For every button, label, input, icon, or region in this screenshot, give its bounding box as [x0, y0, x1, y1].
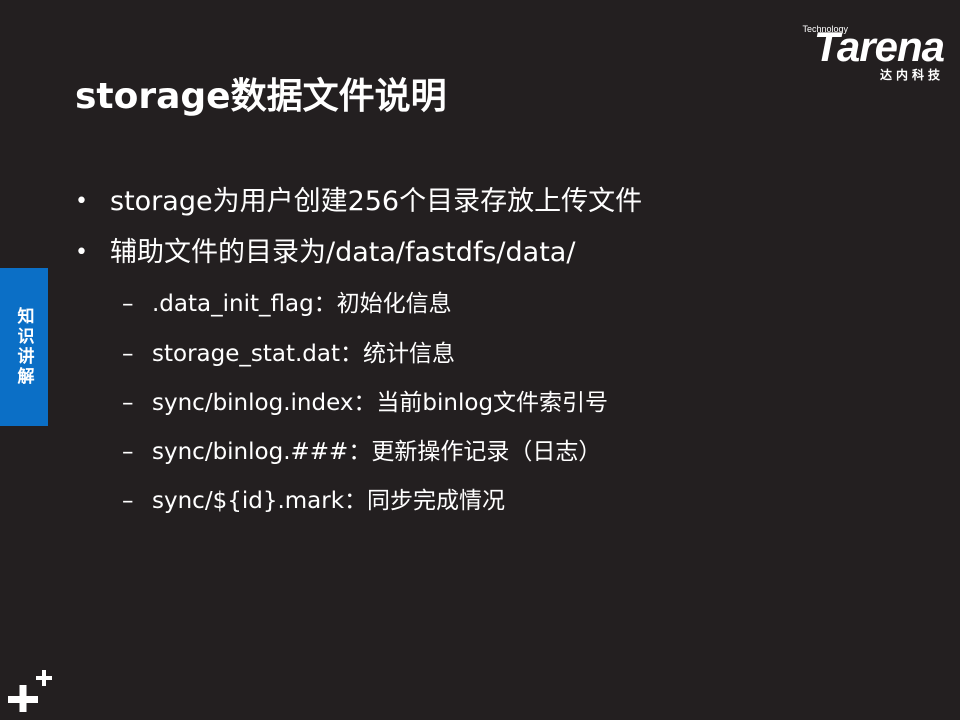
tarena-logo: Technology Tarena 达内科技 — [774, 22, 945, 86]
sub-marker: – — [122, 488, 134, 514]
bullet-text: 辅助文件的目录为/data/fastdfs/data/ — [110, 237, 576, 268]
bullet-item: • 辅助文件的目录为/data/fastdfs/data/ — [75, 233, 575, 273]
bullet-marker: • — [75, 189, 88, 214]
bullet-text: storage为用户创建256个目录存放上传文件 — [110, 186, 643, 217]
sub-item-text: .data_init_flag：初始化信息 — [152, 291, 452, 317]
slide-title: storage数据文件说明 — [75, 76, 447, 117]
sub-item-text: sync/binlog.###：更新操作记录（日志） — [152, 439, 602, 465]
sub-item: – sync/binlog.###：更新操作记录（日志） — [122, 435, 601, 469]
slide: Technology Tarena 达内科技 storage数据文件说明 知识讲… — [0, 0, 960, 720]
logo-wordmark: Tarena — [813, 23, 945, 70]
sub-marker: – — [122, 439, 134, 465]
sub-item-text: sync/binlog.index：当前binlog文件索引号 — [152, 390, 609, 416]
sub-item: – .data_init_flag：初始化信息 — [122, 287, 452, 321]
bullet-marker: • — [75, 240, 88, 265]
logo-subtitle: 达内科技 — [879, 68, 944, 82]
sub-marker: – — [122, 341, 134, 367]
side-tab: 知识讲解 — [0, 268, 48, 426]
sub-item: – sync/binlog.index：当前binlog文件索引号 — [122, 386, 608, 420]
side-tab-label: 知识讲解 — [13, 307, 34, 387]
bullet-item: • storage为用户创建256个目录存放上传文件 — [75, 182, 642, 222]
plus-logo-icon — [8, 670, 52, 712]
sub-marker: – — [122, 390, 134, 416]
sub-item-text: storage_stat.dat：统计信息 — [152, 341, 456, 367]
sub-item-text: sync/${id}.mark：同步完成情况 — [152, 488, 506, 514]
sub-marker: – — [122, 291, 134, 317]
sub-item: – sync/${id}.mark：同步完成情况 — [122, 484, 505, 518]
sub-item: – storage_stat.dat：统计信息 — [122, 337, 455, 371]
